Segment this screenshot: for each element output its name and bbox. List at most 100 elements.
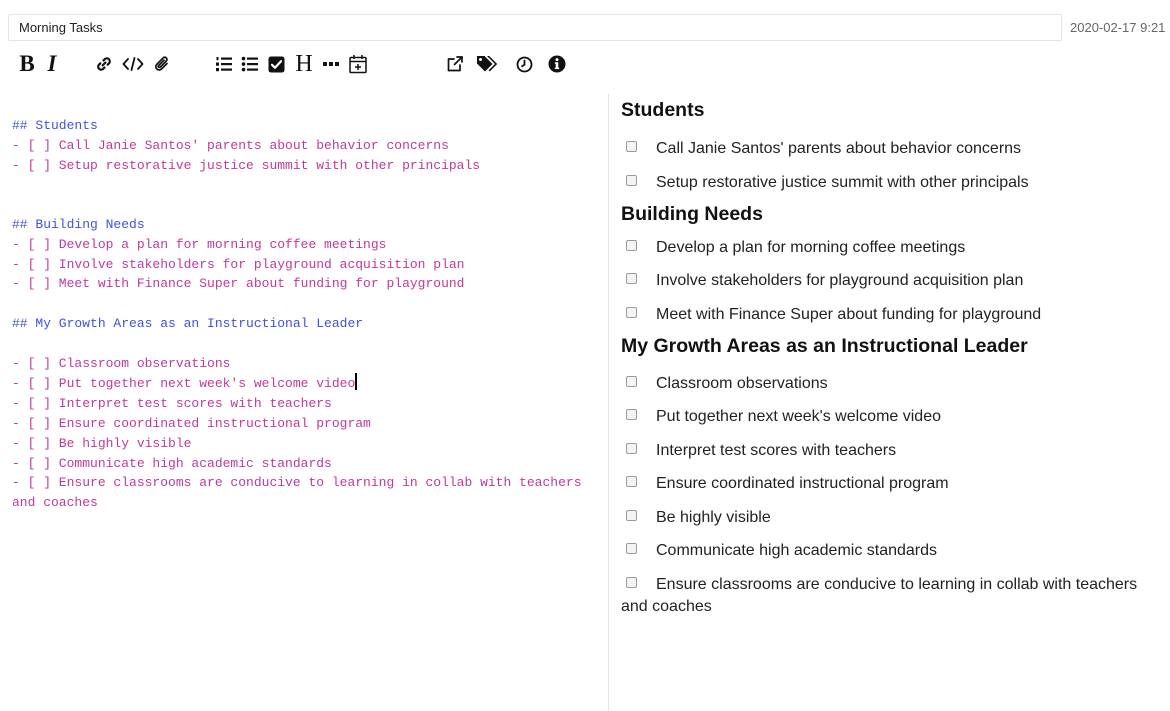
editor-line-text: - [ ] Communicate high academic standard… xyxy=(12,455,332,471)
preview-task-item: Put together next week's welcome video xyxy=(621,406,1166,428)
editor-toolbar: B I H xyxy=(14,50,614,80)
insert-date-button[interactable] xyxy=(345,50,371,78)
preview-task-list: Call Janie Santos' parents about behavio… xyxy=(621,138,1166,194)
editor-line-text xyxy=(12,296,20,311)
editor-task-line[interactable]: - [ ] Call Janie Santos' parents about b… xyxy=(12,136,602,156)
task-label: Meet with Finance Super about funding fo… xyxy=(656,305,1042,323)
editor-blank-line[interactable] xyxy=(12,175,602,195)
task-checkbox[interactable] xyxy=(626,174,637,186)
ordered-list-button[interactable] xyxy=(211,50,237,78)
preview-heading: My Growth Areas as an Instructional Lead… xyxy=(621,334,1028,357)
link-button[interactable] xyxy=(91,50,117,78)
preview-heading: Building Needs xyxy=(621,202,763,225)
info-icon xyxy=(548,55,566,73)
task-checkbox[interactable] xyxy=(626,273,637,284)
history-button[interactable] xyxy=(511,50,537,78)
editor-line-text: - [ ] Meet with Finance Super about fund… xyxy=(12,276,465,292)
editor-task-line[interactable]: - [ ] Involve stakeholders for playgroun… xyxy=(12,255,602,275)
preview-task-item: Classroom observations xyxy=(621,373,1166,395)
note-title-input[interactable] xyxy=(8,14,1062,41)
bullet-list-icon xyxy=(241,56,258,72)
editor-line-text: - [ ] Call Janie Santos' parents about b… xyxy=(12,137,449,153)
italic-button[interactable]: I xyxy=(39,50,65,78)
paperclip-icon xyxy=(155,56,168,71)
editor-heading-line[interactable]: ## Students xyxy=(12,116,602,136)
pane-divider[interactable] xyxy=(608,94,609,711)
editor-blank-line[interactable] xyxy=(12,294,602,314)
task-checkbox[interactable] xyxy=(626,375,637,387)
task-label: Put together next week's welcome video xyxy=(656,408,941,425)
editor-heading-line[interactable]: ## Building Needs xyxy=(12,215,602,235)
preview-task-item: Meet with Finance Super about funding fo… xyxy=(621,304,1166,326)
editor-line-text: ## Students xyxy=(12,118,98,133)
editor-line-text xyxy=(12,177,20,192)
task-label: Call Janie Santos' parents about behavio… xyxy=(656,140,1022,157)
code-icon xyxy=(122,57,144,71)
editor-task-line[interactable]: - [ ] Ensure coordinated instructional p… xyxy=(12,414,602,434)
task-label: Interpret test scores with teachers xyxy=(656,441,897,459)
editor-blank-line[interactable] xyxy=(12,195,602,215)
editor-task-line[interactable]: - [ ] Interpret test scores with teacher… xyxy=(12,394,602,414)
editor-task-line[interactable]: - [ ] Put together next week's welcome v… xyxy=(12,373,602,394)
task-checkbox[interactable] xyxy=(626,306,637,318)
task-checkbox[interactable] xyxy=(626,442,637,454)
preview-task-list: Develop a plan for morning coffee meetin… xyxy=(621,237,1166,326)
code-button[interactable] xyxy=(120,50,146,78)
markdown-preview: Students Call Janie Santos' parents about… xyxy=(621,96,1166,618)
editor-line-text: ## Building Needs xyxy=(12,216,145,232)
task-checkbox[interactable] xyxy=(626,476,637,487)
editor-line-text: ## My Growth Areas as an Instructional L… xyxy=(12,315,364,331)
editor-task-line[interactable]: - [ ] Ensure classrooms are conducive to… xyxy=(12,473,602,513)
task-checkbox[interactable] xyxy=(626,409,637,420)
checkbox-icon xyxy=(268,56,284,72)
editor-line-text: - [ ] Be highly visible xyxy=(12,435,192,451)
bullet-list-button[interactable] xyxy=(237,50,263,78)
text-cursor xyxy=(355,373,358,391)
editor-line-text: - [ ] Put together next week's welcome v… xyxy=(12,376,356,392)
preview-heading: Students xyxy=(621,99,705,121)
preview-task-item: Setup restorative justice summit with ot… xyxy=(621,172,1166,194)
bold-button[interactable]: B xyxy=(14,50,40,78)
editor-line-text: - [ ] Ensure coordinated instructional p… xyxy=(12,415,371,431)
tags-button[interactable] xyxy=(474,50,500,78)
info-button[interactable] xyxy=(544,50,570,78)
task-checkbox[interactable] xyxy=(626,239,637,251)
preview-task-item: Be highly visible xyxy=(621,507,1166,529)
tags-icon xyxy=(477,56,498,72)
calendar-add-icon xyxy=(349,55,367,74)
editor-line-text: - [ ] Develop a plan for morning coffee … xyxy=(12,236,387,252)
editor-line-text: - [ ] Involve stakeholders for playgroun… xyxy=(12,256,465,272)
open-external-button[interactable] xyxy=(442,50,468,78)
task-label: Classroom observations xyxy=(656,374,828,392)
editor-task-line[interactable]: - [ ] Develop a plan for morning coffee … xyxy=(12,235,602,255)
editor-line-text: - [ ] Setup restorative justice summit w… xyxy=(12,157,481,173)
external-link-icon xyxy=(447,56,463,72)
preview-task-item: Communicate high academic standards xyxy=(621,540,1166,562)
task-checkbox[interactable] xyxy=(626,141,637,152)
editor-line-text xyxy=(12,336,20,351)
task-checkbox[interactable] xyxy=(626,509,637,521)
task-label: Be highly visible xyxy=(656,508,771,526)
checkbox-button[interactable] xyxy=(263,50,289,78)
editor-task-line[interactable]: - [ ] Communicate high academic standard… xyxy=(12,454,602,474)
task-label: Setup restorative justice summit with ot… xyxy=(656,173,1029,191)
clock-icon xyxy=(516,56,532,72)
editor-task-line[interactable]: - [ ] Setup restorative justice summit w… xyxy=(12,156,602,176)
editor-task-line[interactable]: - [ ] Be highly visible xyxy=(12,434,602,454)
link-icon xyxy=(97,57,111,71)
task-checkbox[interactable] xyxy=(626,543,637,554)
editor-task-line[interactable]: - [ ] Meet with Finance Super about fund… xyxy=(12,274,602,294)
markdown-editor[interactable]: ## Students - [ ] Call Janie Santos' pare… xyxy=(12,116,602,513)
preview-task-item: Ensure classrooms are conducive to learn… xyxy=(621,574,1166,618)
preview-task-item: Develop a plan for morning coffee meetin… xyxy=(621,237,1166,259)
task-label: Ensure classrooms are conducive to learn… xyxy=(621,575,1138,615)
preview-task-item: Ensure coordinated instructional program xyxy=(621,473,1166,495)
horizontal-rule-button[interactable] xyxy=(318,50,344,78)
editor-task-line[interactable]: - [ ] Classroom observations xyxy=(12,354,602,374)
attach-button[interactable] xyxy=(149,50,175,78)
heading-button[interactable]: H xyxy=(291,50,317,78)
editor-line-text xyxy=(12,197,20,212)
editor-blank-line[interactable] xyxy=(12,334,602,354)
task-checkbox[interactable] xyxy=(626,576,637,588)
editor-heading-line[interactable]: ## My Growth Areas as an Instructional L… xyxy=(12,314,602,334)
